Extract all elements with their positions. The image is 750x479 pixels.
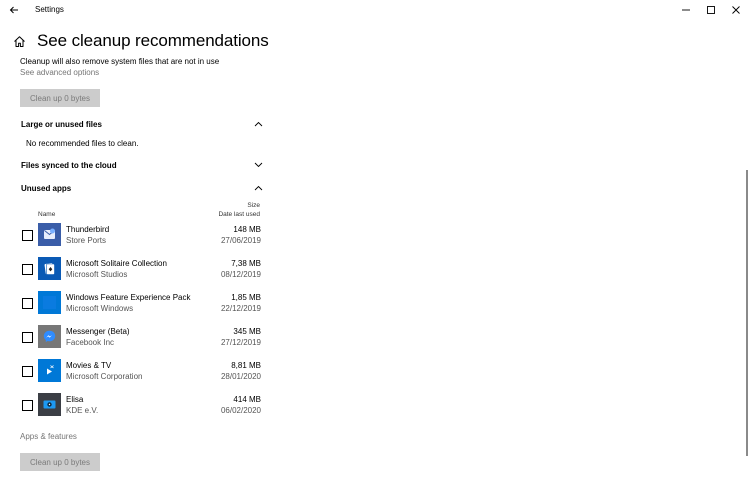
section-large-files[interactable]: Large or unused files <box>21 117 263 131</box>
app-checkbox[interactable] <box>22 332 33 343</box>
chevron-up-icon <box>253 183 263 193</box>
title-bar: Settings <box>0 0 750 20</box>
app-checkbox[interactable] <box>22 298 33 309</box>
feature-pack-icon <box>38 291 61 314</box>
app-date: 27/12/2019 <box>220 338 261 347</box>
section-label: Large or unused files <box>21 119 102 129</box>
column-header-date[interactable]: Date last used <box>190 211 260 218</box>
section-unused-apps[interactable]: Unused apps <box>21 181 263 195</box>
app-size: 414 MB <box>233 395 261 404</box>
app-date: 27/06/2019 <box>220 236 261 245</box>
app-size: 345 MB <box>233 327 261 336</box>
section-label: Files synced to the cloud <box>21 160 117 170</box>
app-checkbox[interactable] <box>22 400 33 411</box>
no-files-note: No recommended files to clean. <box>26 139 139 148</box>
solitaire-icon <box>38 257 61 280</box>
cleanup-description: Cleanup will also remove system files th… <box>20 57 220 66</box>
messenger-icon <box>38 325 61 348</box>
app-size: 7,38 MB <box>231 259 261 268</box>
maximize-button[interactable] <box>698 1 724 19</box>
app-size: 8,81 MB <box>231 361 261 370</box>
app-date: 28/01/2020 <box>220 372 261 381</box>
maximize-icon <box>707 6 715 14</box>
app-checkbox[interactable] <box>22 230 33 241</box>
app-publisher: Microsoft Studios <box>66 270 128 279</box>
movies-tv-icon <box>38 359 61 382</box>
scrollbar[interactable] <box>746 170 748 456</box>
app-row-movies-tv[interactable]: Movies & TV Microsoft Corporation 8,81 M… <box>20 357 263 387</box>
app-publisher: Microsoft Windows <box>66 304 134 313</box>
column-header-name[interactable]: Name <box>38 211 55 218</box>
minimize-icon <box>682 9 690 11</box>
section-label: Unused apps <box>21 183 72 193</box>
app-row-elisa[interactable]: Elisa KDE e.V. 414 MB 06/02/2020 <box>20 391 263 421</box>
app-publisher: Facebook Inc <box>66 338 115 347</box>
chevron-up-icon <box>253 119 263 129</box>
page-title: See cleanup recommendations <box>37 31 269 50</box>
cleanup-button-bottom[interactable]: Clean up 0 bytes <box>20 453 100 471</box>
app-name: Elisa <box>66 395 84 404</box>
back-arrow-icon <box>9 6 18 14</box>
advanced-options-link[interactable]: See advanced options <box>20 68 99 77</box>
app-checkbox[interactable] <box>22 366 33 377</box>
minimize-button[interactable] <box>673 1 699 19</box>
app-row-feature-pack[interactable]: Windows Feature Experience Pack Microsof… <box>20 289 263 319</box>
app-name: Windows Feature Experience Pack <box>66 293 191 302</box>
app-row-messenger[interactable]: Messenger (Beta) Facebook Inc 345 MB 27/… <box>20 323 263 353</box>
column-header-size[interactable]: Size <box>200 202 260 209</box>
app-date: 08/12/2019 <box>220 270 261 279</box>
cleanup-button-top[interactable]: Clean up 0 bytes <box>20 89 100 107</box>
back-button[interactable] <box>4 2 24 18</box>
app-size: 1,85 MB <box>231 293 261 302</box>
section-cloud-files[interactable]: Files synced to the cloud <box>21 158 263 172</box>
home-icon <box>14 36 25 47</box>
app-publisher: KDE e.V. <box>66 406 99 415</box>
home-button[interactable] <box>13 35 26 48</box>
apps-features-link[interactable]: Apps & features <box>20 432 77 441</box>
app-checkbox[interactable] <box>22 264 33 275</box>
close-icon <box>732 6 740 14</box>
app-publisher: Microsoft Corporation <box>66 372 143 381</box>
app-date: 22/12/2019 <box>220 304 261 313</box>
window-title: Settings <box>35 5 64 14</box>
app-name: Messenger (Beta) <box>66 327 130 336</box>
close-button[interactable] <box>723 1 749 19</box>
thunderbird-icon <box>38 223 61 246</box>
app-date: 06/02/2020 <box>220 406 261 415</box>
app-row-solitaire[interactable]: Microsoft Solitaire Collection Microsoft… <box>20 255 263 285</box>
app-name: Microsoft Solitaire Collection <box>66 259 167 268</box>
elisa-icon <box>38 393 61 416</box>
app-size: 148 MB <box>233 225 261 234</box>
chevron-down-icon <box>253 160 263 170</box>
app-name: Thunderbird <box>66 225 110 234</box>
app-publisher: Store Ports <box>66 236 107 245</box>
app-row-thunderbird[interactable]: Thunderbird Store Ports 148 MB 27/06/201… <box>20 221 263 251</box>
app-name: Movies & TV <box>66 361 112 370</box>
